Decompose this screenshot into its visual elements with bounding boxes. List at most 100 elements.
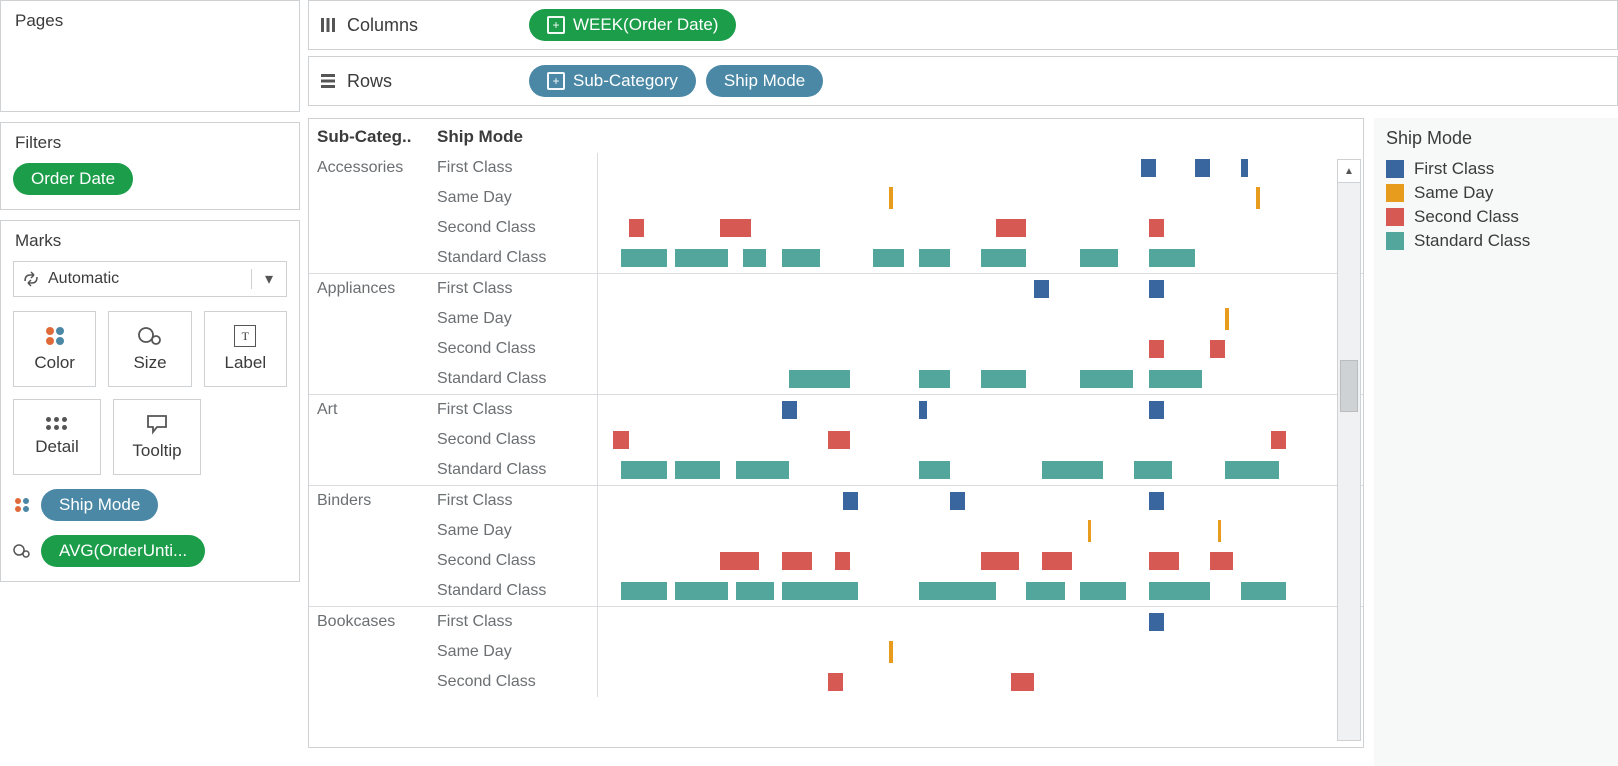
- plot-lane[interactable]: [597, 576, 1363, 606]
- marks-size-button[interactable]: Size: [108, 311, 191, 387]
- data-mark[interactable]: [782, 401, 797, 419]
- rows-pill-shipmode[interactable]: Ship Mode: [706, 65, 823, 97]
- data-mark[interactable]: [1134, 461, 1172, 479]
- data-mark[interactable]: [782, 582, 859, 600]
- data-mark[interactable]: [789, 370, 850, 388]
- data-mark[interactable]: [1080, 249, 1118, 267]
- data-mark[interactable]: [981, 552, 1019, 570]
- plot-lane[interactable]: [597, 667, 1363, 697]
- expand-icon[interactable]: +: [547, 72, 565, 90]
- plot-lane[interactable]: [597, 334, 1363, 364]
- marks-type-dropdown[interactable]: Automatic ▾: [13, 261, 287, 297]
- data-mark[interactable]: [782, 552, 813, 570]
- data-mark[interactable]: [1225, 461, 1279, 479]
- plot-lane[interactable]: [597, 364, 1363, 394]
- data-mark[interactable]: [675, 582, 729, 600]
- data-mark[interactable]: [873, 249, 904, 267]
- data-mark[interactable]: [889, 641, 893, 663]
- data-mark[interactable]: [1042, 461, 1103, 479]
- data-mark[interactable]: [1080, 582, 1126, 600]
- data-mark[interactable]: [996, 219, 1027, 237]
- data-mark[interactable]: [1080, 370, 1134, 388]
- data-mark[interactable]: [1225, 308, 1229, 330]
- data-mark[interactable]: [981, 370, 1027, 388]
- data-mark[interactable]: [1149, 370, 1203, 388]
- data-mark[interactable]: [1034, 280, 1049, 298]
- data-mark[interactable]: [782, 249, 820, 267]
- plot-lane[interactable]: [597, 516, 1363, 546]
- data-mark[interactable]: [1271, 431, 1286, 449]
- plot-lane[interactable]: [597, 607, 1363, 637]
- plot-lane[interactable]: [597, 637, 1363, 667]
- plot-lane[interactable]: [597, 546, 1363, 576]
- marks-color-button[interactable]: Color: [13, 311, 96, 387]
- plot-lane[interactable]: [597, 274, 1363, 304]
- scroll-thumb[interactable]: [1340, 360, 1358, 412]
- data-mark[interactable]: [1149, 582, 1210, 600]
- data-mark[interactable]: [1141, 159, 1156, 177]
- legend-item[interactable]: Same Day: [1386, 183, 1606, 203]
- data-mark[interactable]: [675, 249, 729, 267]
- data-mark[interactable]: [950, 492, 965, 510]
- data-mark[interactable]: [621, 582, 667, 600]
- data-mark[interactable]: [1256, 187, 1260, 209]
- data-mark[interactable]: [1026, 582, 1064, 600]
- data-mark[interactable]: [828, 673, 843, 691]
- data-mark[interactable]: [1088, 520, 1092, 542]
- data-mark[interactable]: [736, 582, 774, 600]
- marks-label-button[interactable]: T Label: [204, 311, 287, 387]
- dropdown-caret-icon[interactable]: ▾: [251, 269, 286, 289]
- data-mark[interactable]: [736, 461, 790, 479]
- data-mark[interactable]: [889, 187, 893, 209]
- data-mark[interactable]: [720, 219, 751, 237]
- data-mark[interactable]: [919, 582, 996, 600]
- vertical-scrollbar[interactable]: ▲: [1337, 159, 1361, 741]
- marks-detail-button[interactable]: Detail: [13, 399, 101, 475]
- data-mark[interactable]: [1149, 492, 1164, 510]
- data-mark[interactable]: [613, 431, 628, 449]
- data-mark[interactable]: [1149, 219, 1164, 237]
- plot-lane[interactable]: [597, 183, 1363, 213]
- plot-lane[interactable]: [597, 153, 1363, 183]
- legend-item[interactable]: Standard Class: [1386, 231, 1606, 251]
- data-mark[interactable]: [1149, 340, 1164, 358]
- plot-lane[interactable]: [597, 395, 1363, 425]
- data-mark[interactable]: [629, 219, 644, 237]
- data-mark[interactable]: [1149, 613, 1164, 631]
- data-mark[interactable]: [1149, 552, 1180, 570]
- data-mark[interactable]: [1149, 401, 1164, 419]
- data-mark[interactable]: [919, 370, 950, 388]
- plot-lane[interactable]: [597, 213, 1363, 243]
- marks-pill-avg[interactable]: AVG(OrderUnti...: [41, 535, 205, 567]
- plot-lane[interactable]: [597, 455, 1363, 485]
- data-mark[interactable]: [919, 401, 927, 419]
- data-mark[interactable]: [1210, 340, 1225, 358]
- data-mark[interactable]: [1218, 520, 1222, 542]
- data-mark[interactable]: [1195, 159, 1210, 177]
- data-mark[interactable]: [843, 492, 858, 510]
- rows-pill-subcategory[interactable]: + Sub-Category: [529, 65, 696, 97]
- columns-pill-week[interactable]: + WEEK(Order Date): [529, 9, 736, 41]
- data-mark[interactable]: [981, 249, 1027, 267]
- color-legend[interactable]: Ship Mode First ClassSame DaySecond Clas…: [1374, 118, 1618, 766]
- data-mark[interactable]: [1241, 159, 1249, 177]
- filters-shelf[interactable]: Filters Order Date: [0, 122, 300, 210]
- data-mark[interactable]: [835, 552, 850, 570]
- data-mark[interactable]: [675, 461, 721, 479]
- columns-shelf[interactable]: Columns + WEEK(Order Date): [308, 0, 1618, 50]
- pages-shelf[interactable]: Pages: [0, 0, 300, 112]
- data-mark[interactable]: [621, 249, 667, 267]
- data-mark[interactable]: [919, 249, 950, 267]
- data-mark[interactable]: [1042, 552, 1073, 570]
- plot-lane[interactable]: [597, 425, 1363, 455]
- marks-pill-shipmode[interactable]: Ship Mode: [41, 489, 158, 521]
- scroll-up-icon[interactable]: ▲: [1338, 160, 1360, 183]
- data-mark[interactable]: [720, 552, 758, 570]
- viz-canvas[interactable]: Sub-Categ.. Ship Mode AccessoriesFirst C…: [308, 118, 1364, 748]
- data-mark[interactable]: [1149, 249, 1195, 267]
- expand-icon[interactable]: +: [547, 16, 565, 34]
- plot-lane[interactable]: [597, 243, 1363, 273]
- legend-item[interactable]: First Class: [1386, 159, 1606, 179]
- data-mark[interactable]: [1149, 280, 1164, 298]
- data-mark[interactable]: [1210, 552, 1233, 570]
